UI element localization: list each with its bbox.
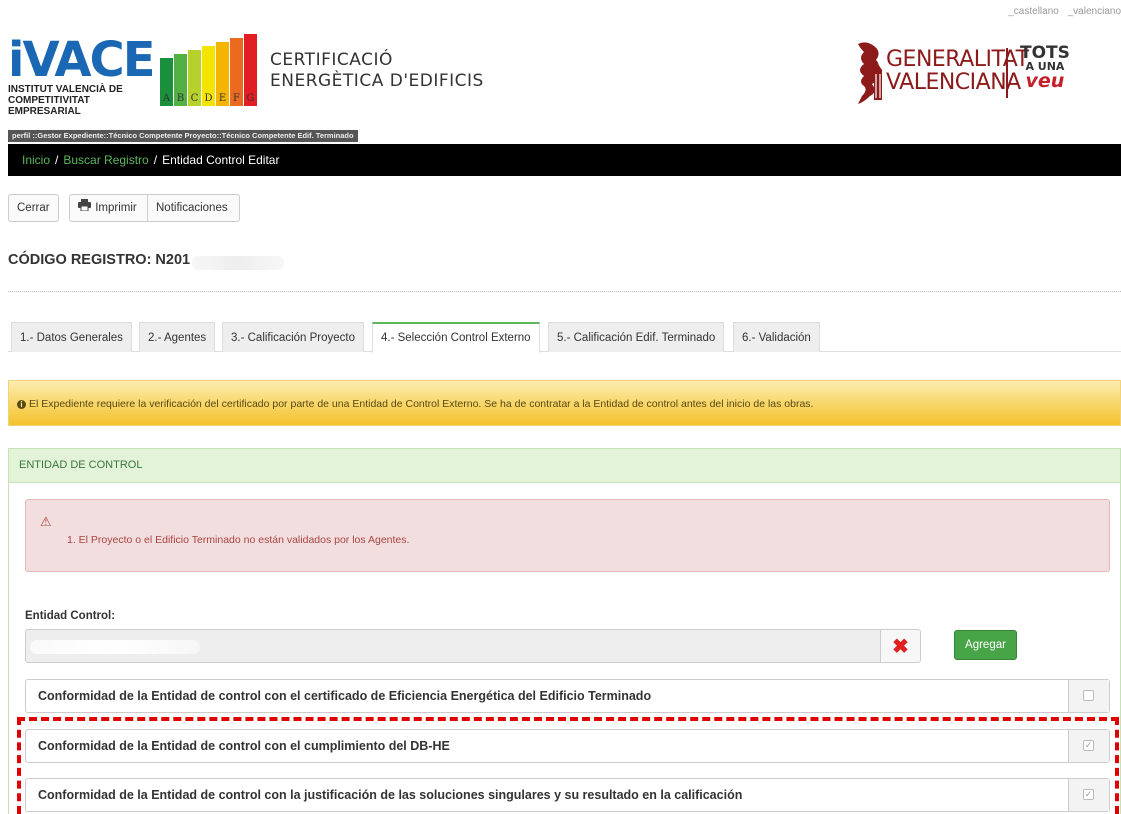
energy-rating-logo: ABCDEFG bbox=[160, 32, 260, 106]
lang-castellano-link[interactable]: _castellano bbox=[1008, 6, 1059, 17]
generalitat-emblem-icon bbox=[852, 40, 886, 108]
printer-icon bbox=[78, 195, 92, 221]
validation-error-message: 1. El Proyecto o el Edificio Terminado n… bbox=[67, 534, 410, 546]
close-x-icon: ✖ bbox=[892, 636, 909, 658]
logo-divider bbox=[1006, 48, 1008, 98]
ivace-subtitle-line2: COMPETITIVITAT EMPRESARIAL bbox=[8, 95, 90, 117]
breadcrumb: Inicio / Buscar Registro / Entidad Control E… bbox=[22, 153, 279, 167]
entidad-control-label: Entidad Control: bbox=[25, 610, 116, 622]
dashed-highlight-annotation bbox=[17, 717, 1119, 814]
breadcrumb-current: Entidad Control Editar bbox=[162, 153, 280, 167]
cerrar-button[interactable]: Cerrar bbox=[8, 194, 59, 222]
tots-a-una-veu-logo: TOTS A UNA veu bbox=[1020, 43, 1070, 92]
energy-letter-a: A bbox=[162, 93, 171, 104]
codigo-registro: CÓDIGO REGISTRO: N201 bbox=[8, 252, 191, 268]
alert-text: El Expediente requiere la verificación d… bbox=[29, 398, 814, 410]
imprimir-label: Imprimir bbox=[95, 202, 137, 215]
tab-seleccion-control-externo[interactable]: 4.- Selección Control Externo bbox=[372, 322, 540, 353]
ivace-subtitle-line1: INSTITUT VALENCIÀ DE bbox=[8, 84, 123, 95]
cert-title-line2: ENERGÈTICA D'EDIFICIS bbox=[270, 71, 484, 91]
energy-letter-b: B bbox=[176, 93, 185, 104]
checkbox-addon bbox=[1068, 680, 1109, 712]
warning-triangle-icon: ⚠ bbox=[40, 514, 52, 529]
ivace-wordmark: iVACE bbox=[8, 32, 156, 88]
energy-letter-e: E bbox=[218, 93, 227, 104]
redacted-codigo bbox=[192, 256, 284, 270]
breadcrumb-separator: / bbox=[153, 153, 158, 167]
tots-line1: TOTS bbox=[1020, 43, 1070, 63]
energy-letter-f: F bbox=[233, 93, 240, 104]
conformidad-certificado-label: Conformidad de la Entidad de control con… bbox=[38, 689, 652, 703]
clear-entidad-button[interactable]: ✖ bbox=[881, 629, 921, 663]
breadcrumb-inicio-link[interactable]: Inicio bbox=[22, 153, 50, 167]
certificacio-title: CERTIFICACIÓ ENERGÈTICA D'EDIFICIS bbox=[270, 50, 484, 92]
tab-calificacion-proyecto[interactable]: 3.- Calificación Proyecto bbox=[222, 322, 364, 352]
tab-datos-generales[interactable]: 1.- Datos Generales bbox=[11, 322, 132, 352]
cert-title-line1: CERTIFICACIÓ bbox=[270, 50, 393, 70]
tab-calificacion-edif-terminado[interactable]: 5.- Calificación Edif. Terminado bbox=[548, 322, 725, 352]
validation-error-box: ⚠ 1. El Proyecto o el Edificio Terminado… bbox=[25, 499, 1110, 572]
entidad-control-input[interactable] bbox=[25, 629, 881, 663]
tab-agentes[interactable]: 2.- Agentes bbox=[139, 322, 216, 352]
conformidad-row-certificado: Conformidad de la Entidad de control con… bbox=[25, 679, 1110, 713]
energy-letter-g: G bbox=[246, 93, 255, 104]
breadcrumb-buscar-link[interactable]: Buscar Registro bbox=[63, 153, 148, 167]
section-divider bbox=[8, 291, 1121, 292]
ivace-logo[interactable]: iVACE INSTITUT VALENCIÀ DE COMPETITIVITA… bbox=[8, 36, 156, 117]
tots-line3: veu bbox=[1025, 70, 1065, 92]
energy-letter-c: C bbox=[190, 93, 199, 104]
tab-validacion[interactable]: 6.- Validación bbox=[733, 322, 820, 352]
imprimir-button[interactable]: Imprimir bbox=[69, 194, 148, 222]
ivace-subtitle: INSTITUT VALENCIÀ DE COMPETITIVITAT EMPR… bbox=[8, 84, 158, 117]
panel-title: ENTIDAD DE CONTROL bbox=[8, 448, 1121, 483]
language-switch: _castellano _valenciano bbox=[1002, 6, 1121, 17]
breadcrumb-bar: Inicio / Buscar Registro / Entidad Control E… bbox=[8, 144, 1121, 176]
user-profile-strip: perfil ::Gestor Expediente::Técnico Comp… bbox=[8, 130, 358, 142]
info-circle-icon: i bbox=[17, 399, 26, 409]
control-externo-alert: i El Expediente requiere la verificación … bbox=[8, 380, 1121, 426]
redacted-entidad-value bbox=[30, 640, 200, 654]
breadcrumb-separator: / bbox=[55, 153, 59, 167]
energy-letter-d: D bbox=[204, 93, 213, 104]
notificaciones-button[interactable]: Notificaciones bbox=[147, 194, 240, 222]
conformidad-certificado-checkbox[interactable] bbox=[1083, 690, 1094, 701]
agregar-button[interactable]: Agregar bbox=[954, 630, 1017, 660]
lang-valenciano-link[interactable]: _valenciano bbox=[1068, 6, 1121, 17]
